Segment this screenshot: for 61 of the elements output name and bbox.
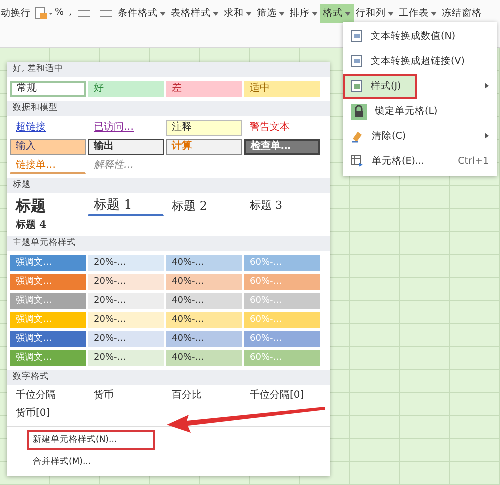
toolbar-dropdown-button[interactable]: 筛选 <box>254 4 288 23</box>
style-cell[interactable]: 40%-… <box>166 330 242 346</box>
style-cell[interactable]: 40%-… <box>166 312 242 328</box>
toolbar-button[interactable]: , <box>66 4 76 21</box>
toolbar-dropdown-button[interactable]: 排序 <box>287 4 322 23</box>
toolbar-dropdown-button[interactable]: 求和 <box>221 4 256 23</box>
caret-icon <box>213 12 220 16</box>
caret-icon <box>312 12 318 16</box>
style-cell[interactable]: 40%-… <box>166 292 242 308</box>
style-icon <box>351 80 363 93</box>
toolbar-dropdown-button[interactable]: 表格样式 <box>168 4 222 23</box>
section-header: 好, 差和适中 <box>7 62 330 77</box>
toolbar-button[interactable]: 动换行 <box>0 4 34 23</box>
menu-item[interactable]: 新建单元格样式(N)... <box>27 430 155 450</box>
toolbar-button[interactable]: % <box>52 4 68 21</box>
section-header: 标题 <box>7 178 330 193</box>
document-icon <box>351 30 363 43</box>
style-cell[interactable]: 常规 <box>10 81 86 97</box>
style-cell[interactable]: 40%-… <box>166 254 242 270</box>
eraser-icon <box>351 130 364 143</box>
menu-item[interactable]: 清除(C) <box>343 124 497 149</box>
style-cell[interactable]: 20%-… <box>88 292 164 308</box>
style-cell[interactable]: 注释 <box>166 120 242 136</box>
menu-item[interactable]: 单元格(E)... Ctrl+1 <box>343 149 497 174</box>
toolbar-dropdown-button[interactable]: 工作表 <box>396 4 440 23</box>
shortcut-text: Ctrl+1 <box>458 156 489 167</box>
style-cell[interactable]: 检查单… <box>244 139 320 155</box>
style-cell[interactable]: 20%-… <box>88 350 164 366</box>
caret-icon <box>345 12 352 16</box>
style-cell[interactable]: 20%-… <box>88 330 164 346</box>
menu-item[interactable]: 锁定单元格(L) <box>343 99 497 124</box>
caret-icon <box>279 12 286 16</box>
caret-icon <box>160 12 166 16</box>
section-header: 数字格式 <box>7 370 330 384</box>
menu-item[interactable]: 文本转换成超链接(V) <box>343 49 497 74</box>
fill-color-icon[interactable] <box>35 7 53 21</box>
style-cell[interactable]: 40%-… <box>166 274 242 290</box>
menu-item[interactable]: 合并样式(M)... <box>27 452 155 472</box>
style-cell[interactable]: 适中 <box>244 81 320 97</box>
lock-icon <box>351 104 367 120</box>
section-header: 主题单元格样式 <box>7 236 330 250</box>
style-cell[interactable]: 强调文… <box>10 330 86 346</box>
caret-icon <box>388 12 394 16</box>
cell-format-icon <box>351 155 364 168</box>
caret-icon <box>431 12 438 16</box>
style-cell[interactable]: 输出 <box>88 139 164 155</box>
caret-icon <box>246 12 252 16</box>
style-cell[interactable]: 标题 1 <box>88 197 164 216</box>
style-cell[interactable]: 20%-… <box>88 274 164 290</box>
style-cell[interactable]: 20%-… <box>88 254 164 270</box>
style-cell[interactable]: 差 <box>166 81 242 97</box>
toolbar-dropdown-button[interactable]: 条件格式 <box>115 4 170 23</box>
style-cell[interactable]: 20%-… <box>88 312 164 328</box>
menu-item[interactable]: 文本转换成数值(N) <box>343 24 497 49</box>
toolbar-dropdown-button[interactable]: 格式 <box>320 4 354 23</box>
toolbar-button[interactable]: 冻结窗格 <box>439 4 486 23</box>
document-icon <box>351 55 363 68</box>
style-cell[interactable]: 输入 <box>10 139 86 155</box>
toolbar-dropdown-button[interactable]: 行和列 <box>353 4 398 23</box>
section-header: 数据和模型 <box>7 101 330 116</box>
style-cell[interactable]: 40%-… <box>166 350 242 366</box>
